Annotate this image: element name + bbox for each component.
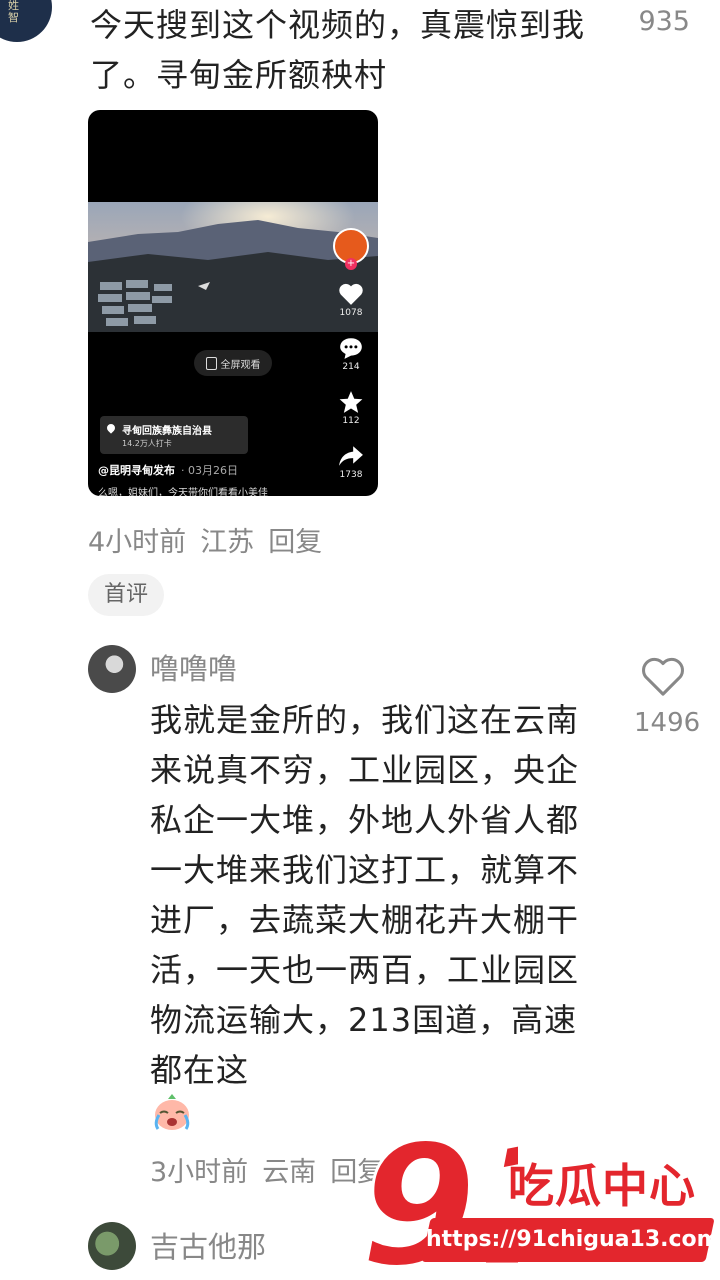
- heart-outline-icon[interactable]: [640, 655, 686, 697]
- like-count[interactable]: 1496: [634, 708, 700, 738]
- video-caption: 么嗯，姐妹们，今天带你们看看小美佳: [98, 488, 268, 496]
- video-author[interactable]: @昆明寻甸发布 · 03月26日: [98, 462, 238, 478]
- comment-location: 云南: [262, 1157, 317, 1188]
- reply-button[interactable]: 回复: [268, 527, 322, 558]
- video-like[interactable]: 1078: [332, 282, 370, 318]
- comment-meta: 4小时前 江苏 回复: [88, 520, 336, 559]
- video-thumbnail[interactable]: 全屏观看 + 1078 214 112 1738 寻甸回族彝族自治县 14.2万…: [88, 110, 378, 496]
- comment-text: 今天搜到这个视频的，真震惊到我了。寻甸金所额秧村: [90, 6, 586, 94]
- username[interactable]: 噜噜噜: [150, 646, 237, 688]
- follow-plus-icon[interactable]: +: [345, 258, 357, 270]
- watermark-url: https://91chigua13.com: [421, 1218, 720, 1262]
- video-comment[interactable]: 214: [332, 336, 370, 372]
- video-side-actions: + 1078 214 112 1738: [332, 228, 370, 480]
- star-icon: [339, 391, 363, 413]
- heart-icon: [339, 283, 363, 305]
- avatar[interactable]: [88, 1222, 136, 1270]
- location-pin-icon: [105, 422, 117, 434]
- comment-bubble-icon: [340, 338, 362, 359]
- avatar[interactable]: [88, 645, 136, 693]
- comment-time: 3小时前: [150, 1157, 249, 1188]
- watermark-title: 吃瓜中心: [508, 1159, 696, 1213]
- comment-text: 我就是金所的，我们这在云南来说真不穷，工业园区，央企私企一大堆，外地人外省人都一…: [150, 701, 580, 1089]
- username[interactable]: 吉古他那: [150, 1224, 266, 1266]
- top-user-avatar[interactable]: 姓智: [0, 0, 52, 42]
- share-arrow-icon: [339, 446, 363, 466]
- first-comment-badge: 首评: [88, 574, 165, 616]
- video-share[interactable]: 1738: [332, 444, 370, 480]
- location-tag[interactable]: 寻甸回族彝族自治县 14.2万人打卡: [100, 416, 248, 454]
- publisher-avatar[interactable]: +: [333, 228, 369, 270]
- like-count[interactable]: 935: [638, 6, 690, 37]
- rotate-screen-icon: [205, 356, 217, 370]
- fullscreen-button[interactable]: 全屏观看: [194, 350, 272, 376]
- crying-face-emoji-icon: [154, 1094, 190, 1130]
- comment-time: 4小时前: [88, 527, 187, 558]
- comment-location: 江苏: [200, 527, 255, 558]
- video-favorite[interactable]: 112: [332, 390, 370, 426]
